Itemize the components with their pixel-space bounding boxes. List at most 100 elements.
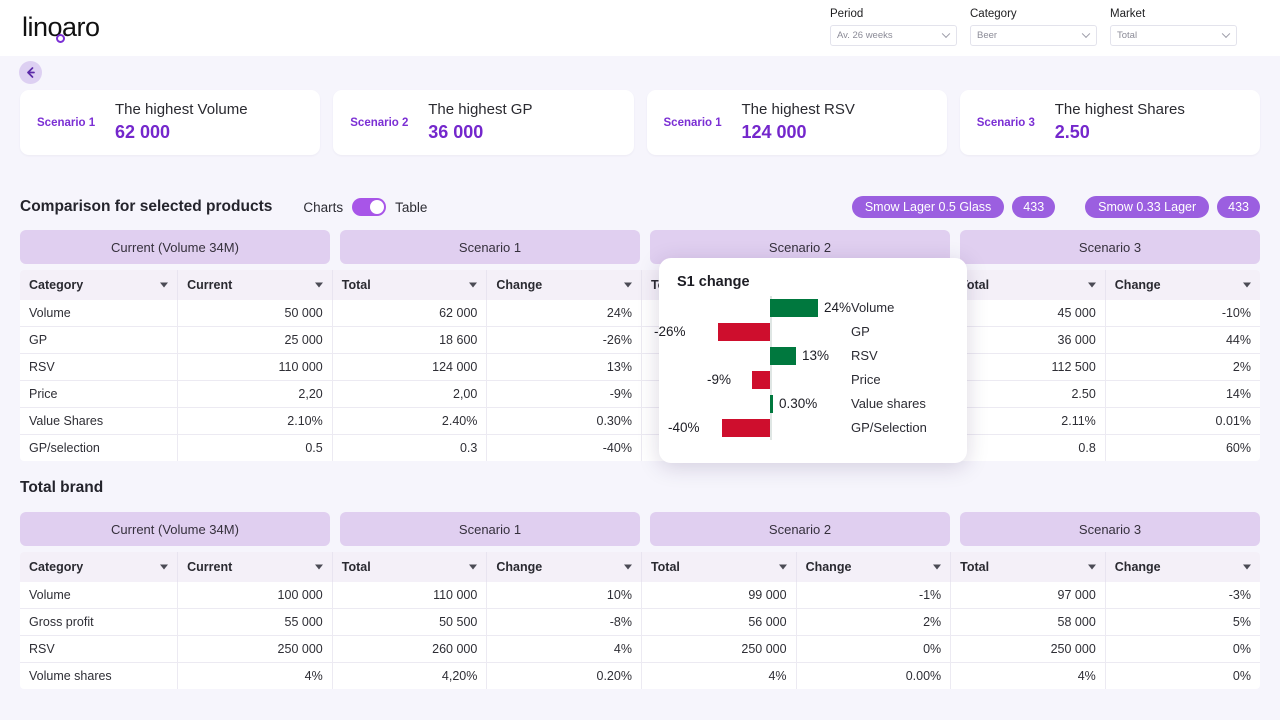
cell-s3-change: 0% [1105,636,1260,663]
chevron-down-icon[interactable] [1243,565,1251,570]
product-chip-2[interactable]: Smow 0.33 Lager [1085,196,1209,218]
cell-current: 55 000 [178,609,333,636]
cell-s1-total: 110 000 [332,582,487,609]
chart-bar [722,419,770,437]
scenario-card[interactable]: Scenario 1 The highest RSV 124 000 [647,90,947,155]
table-row: GP/selection 0.5 0.3 -40% 0.8 60% [20,435,1260,462]
column-header-s1-total[interactable]: Total [332,552,487,582]
chevron-down-icon[interactable] [1243,283,1251,288]
cell-s3-total: 2.50 [951,381,1106,408]
product-chip-1[interactable]: Smow Lager 0.5 Glass [852,196,1004,218]
chevron-down-icon [1082,30,1090,38]
table-row: RSV 110 000 124 000 13% 112 500 2% [20,354,1260,381]
column-header-label: Change [496,278,542,292]
column-header-s2-change[interactable]: Change [796,552,951,582]
chart-row: -40% GP/Selection [659,416,967,440]
filter-market-select[interactable]: Total [1110,25,1237,46]
chevron-down-icon[interactable] [624,283,632,288]
product-chip-1-badge[interactable]: 433 [1012,196,1055,218]
column-header-current[interactable]: Current [178,270,333,300]
column-header-s1-total[interactable]: Total [332,270,487,300]
table-row: GP 25 000 18 600 -26% 36 000 44% [20,327,1260,354]
chart-row: 13% RSV [659,344,967,368]
cell-s1-change: -8% [487,609,642,636]
chevron-down-icon[interactable] [469,565,477,570]
chevron-down-icon[interactable] [779,565,787,570]
cell-category: GP [20,327,178,354]
column-header-current[interactable]: Current [178,552,333,582]
cell-s3-change: 5% [1105,609,1260,636]
chevron-down-icon[interactable] [624,565,632,570]
cell-s2-total: 250 000 [641,636,796,663]
comparison-header: Comparison for selected products Charts … [20,194,1260,220]
cell-s3-change: 0% [1105,663,1260,690]
column-header-s2-total[interactable]: Total [641,552,796,582]
column-header-s3-change[interactable]: Change [1105,270,1260,300]
column-header-category[interactable]: Category [20,552,178,582]
chart-category-label: Value shares [851,392,926,416]
chevron-down-icon [942,30,950,38]
toggle-label-charts[interactable]: Charts [303,200,343,215]
chart-category-label: Volume [851,296,894,320]
scenario-card-tag: Scenario 1 [664,117,738,129]
chevron-down-icon[interactable] [933,565,941,570]
column-header-s1-change[interactable]: Change [487,270,642,300]
back-button[interactable] [19,61,42,84]
scenario-card-value: 124 000 [742,121,855,144]
cell-s1-change: -26% [487,327,642,354]
column-header-label: Total [342,560,371,574]
comparison-title: Comparison for selected products [20,198,272,216]
cell-current: 25 000 [178,327,333,354]
comparison-table: Category Current Total Change Total Chan… [20,270,1260,461]
group-header-row: Current (Volume 34M) Scenario 1 Scenario… [20,230,1260,264]
cell-s2-change: 0% [796,636,951,663]
chevron-down-icon[interactable] [315,565,323,570]
chevron-down-icon[interactable] [1088,283,1096,288]
column-header-s3-total[interactable]: Total [951,552,1106,582]
filter-period-select[interactable]: Av. 26 weeks [830,25,957,46]
chevron-down-icon[interactable] [160,283,168,288]
scenario-card-value: 2.50 [1055,121,1185,144]
chart-category-label: GP/Selection [851,416,927,440]
cell-s3-change: 14% [1105,381,1260,408]
chevron-down-icon[interactable] [315,283,323,288]
column-header-s3-change[interactable]: Change [1105,552,1260,582]
chart-row: 24% Volume [659,296,967,320]
scenario-card[interactable]: Scenario 2 The highest GP 36 000 [333,90,633,155]
chevron-down-icon[interactable] [1088,565,1096,570]
table-row: Price 2,20 2,00 -9% 2.50 14% [20,381,1260,408]
chevron-down-icon[interactable] [469,283,477,288]
cell-s3-change: -10% [1105,300,1260,327]
filter-period-value: Av. 26 weeks [837,30,893,41]
cell-s1-total: 124 000 [332,354,487,381]
table-row: Gross profit 55 000 50 500 -8% 56 000 2%… [20,609,1260,636]
chart-bar [752,371,770,389]
cell-s1-total: 4,20% [332,663,487,690]
filter-bar: Period Av. 26 weeks Category Beer Market… [830,8,1237,46]
column-header-s3-total[interactable]: Total [951,270,1106,300]
chevron-down-icon[interactable] [160,565,168,570]
cell-s1-change: 0.30% [487,408,642,435]
column-header-category[interactable]: Category [20,270,178,300]
chart-bar-label: 13% [802,347,829,365]
scenario-card[interactable]: Scenario 1 The highest Volume 62 000 [20,90,320,155]
filter-category-select[interactable]: Beer [970,25,1097,46]
filter-market-value: Total [1117,30,1137,41]
toggle-label-table[interactable]: Table [395,200,427,215]
product-chip-2-badge[interactable]: 433 [1217,196,1260,218]
table-row: Volume shares 4% 4,20% 0.20% 4% 0.00% 4%… [20,663,1260,690]
scenario-cards: Scenario 1 The highest Volume 62 000 Sce… [20,90,1260,155]
column-header-label: Category [29,278,83,292]
group-header-scenario-1: Scenario 1 [340,512,640,546]
scenario-card-title: The highest Shares [1055,101,1185,120]
scenario-card[interactable]: Scenario 3 The highest Shares 2.50 [960,90,1260,155]
group-header-row: Current (Volume 34M) Scenario 1 Scenario… [20,512,1260,546]
column-header-label: Change [1115,560,1161,574]
logo-dot-icon [56,34,65,43]
cell-s1-change: -9% [487,381,642,408]
cell-category: Volume [20,582,178,609]
cell-s3-change: 0.01% [1105,408,1260,435]
cell-s3-total: 112 500 [951,354,1106,381]
column-header-s1-change[interactable]: Change [487,552,642,582]
charts-table-toggle[interactable] [352,198,386,216]
